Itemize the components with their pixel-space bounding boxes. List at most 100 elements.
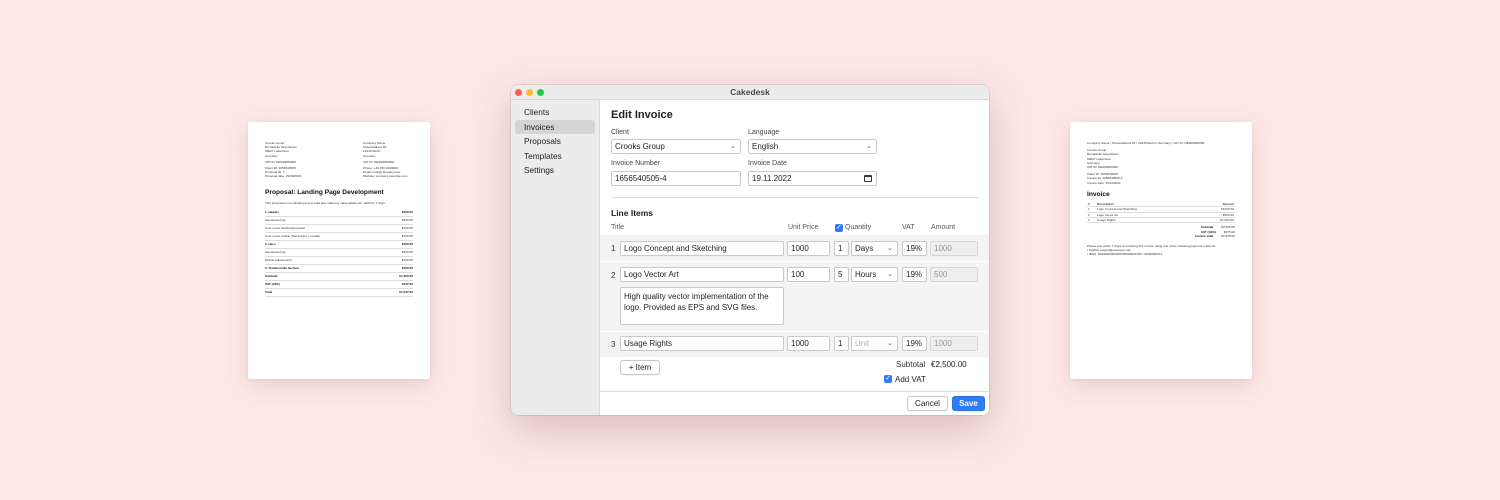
line-item-title-input[interactable]: Usage Rights <box>620 336 784 351</box>
proposal-line-label: 3. Testimonials Section <box>265 266 300 271</box>
line-item-quantity-input[interactable]: 1 <box>834 336 849 351</box>
invoice-doc-total-row: Invoice total €2,975.00 <box>1087 234 1235 238</box>
invoice-date-input[interactable]: 19.11.2022 <box>748 171 877 186</box>
language-select-value: English <box>752 142 779 151</box>
proposal-to-line: Germany <box>363 153 376 158</box>
proposal-line: Mobile adjustments €100.00 <box>265 257 413 265</box>
quantity-checkbox[interactable]: ✓ <box>835 224 843 232</box>
line-item-amount-field: 1000 <box>930 241 978 256</box>
proposal-line-value: €150.00 <box>401 234 413 239</box>
invoice-client-block: Crooks Group Bernadette Moonbeam 89027 L… <box>1087 148 1235 169</box>
line-item-row: 3 Usage Rights 1000 1 Unit ⌄ 19% 1000 <box>600 332 989 357</box>
line-item-unit-price-input[interactable]: 1000 <box>787 241 830 256</box>
col-title-header: Title <box>611 224 624 231</box>
invoice-date-value: 19.11.2022 <box>752 174 792 183</box>
calendar-icon[interactable] <box>864 175 872 182</box>
invoice-doc-total-value: €2,975.00 <box>1221 233 1235 238</box>
invoice-doc-cell: Usage Rights <box>1096 217 1197 224</box>
proposal-line-label: VAT (19%) <box>265 282 280 287</box>
proposal-line-label: User menu desktop/proposal <box>265 226 305 231</box>
line-item-unit-select[interactable]: Days ⌄ <box>851 241 898 256</box>
chevron-down-icon: ⌄ <box>887 340 893 347</box>
proposal-line-label: Gamestorming <box>265 250 286 255</box>
line-item-row: 2 Logo Vector Art 100 5 Hours ⌄ 19% 500 … <box>600 262 989 331</box>
chevron-down-icon: ⌄ <box>730 143 736 150</box>
sidebar-item-proposals[interactable]: Proposals <box>515 134 595 149</box>
invoice-number-input[interactable]: 1656540505-4 <box>611 171 741 186</box>
invoice-number-label: Invoice Number <box>611 160 661 167</box>
proposal-sender-block: Crooks Group Bernadette Moonbeam 89027 L… <box>265 141 315 179</box>
proposal-line: Total €1,547.00 <box>265 289 413 297</box>
line-item-title-input[interactable]: Logo Vector Art <box>620 267 784 282</box>
proposal-line-label: User menu mobile (hamburger + modal) <box>265 234 320 239</box>
proposal-line-value: €400.00 <box>401 242 413 247</box>
line-item-unit-price-input[interactable]: 1000 <box>787 336 830 351</box>
col-amount-header: Amount <box>931 224 956 231</box>
language-select[interactable]: English ⌄ <box>748 139 877 154</box>
proposal-line-value: €1,300.00 <box>399 274 413 279</box>
chevron-down-icon: ⌄ <box>887 245 893 252</box>
line-item-amount-field: 1000 <box>930 336 978 351</box>
line-item-row: 1 Logo Concept and Sketching 1000 1 Days… <box>600 235 989 261</box>
line-item-unit-placeholder: Unit <box>855 339 870 348</box>
proposal-line-value: €400.00 <box>401 266 413 271</box>
line-item-amount-field: 500 <box>930 267 978 282</box>
proposal-intro: This proposal is non-binding and is vali… <box>265 200 386 205</box>
line-item-unit-value: Days <box>855 244 874 253</box>
save-button[interactable]: Save <box>952 396 985 411</box>
page-title: Edit Invoice <box>611 109 673 121</box>
proposal-line-label: Mobile adjustments <box>265 258 292 263</box>
line-item-title-input[interactable]: Logo Concept and Sketching <box>620 241 784 256</box>
invoice-sender-line: Company Name / Streetaddress 81 / 12345 … <box>1087 141 1205 145</box>
form-divider <box>611 197 978 198</box>
line-item-vat-input[interactable]: 19% <box>902 267 927 282</box>
proposal-line: Gamestorming €300.00 <box>265 249 413 257</box>
window-title: Cakedesk <box>730 87 770 97</box>
proposal-line-list: 1. Header €500.00 Gamestorming €250.00 User … <box>265 209 413 297</box>
sidebar-item-invoices[interactable]: Invoices <box>515 119 595 135</box>
subtotal-label: Subtotal <box>896 360 926 369</box>
proposal-line-value: €500.00 <box>401 210 413 215</box>
invoice-doc-row: 3 Usage Rights €1,000.00 <box>1087 217 1235 224</box>
proposal-document-preview: Crooks Group Bernadette Moonbeam 89027 L… <box>248 122 430 379</box>
invoice-doc-title: Invoice <box>1087 190 1110 198</box>
line-item-quantity-input[interactable]: 5 <box>834 267 849 282</box>
line-item-unit-select[interactable]: Hours ⌄ <box>851 267 898 282</box>
client-select[interactable]: Crooks Group ⌄ <box>611 139 741 154</box>
proposal-contact: Website: company.example.com <box>363 174 408 179</box>
proposal-line-value: €250.00 <box>401 218 413 223</box>
line-item-description-input[interactable]: High quality vector implementation of th… <box>620 287 784 325</box>
chevron-down-icon: ⌄ <box>887 271 893 278</box>
line-item-quantity-input[interactable]: 1 <box>834 241 849 256</box>
add-item-button[interactable]: + Item <box>620 360 660 375</box>
sidebar-item-settings[interactable]: Settings <box>515 163 595 178</box>
line-item-vat-input[interactable]: 19% <box>902 241 927 256</box>
proposal-line-value: €247.00 <box>401 282 413 287</box>
sidebar-item-templates[interactable]: Templates <box>515 149 595 164</box>
proposal-line-value: €300.00 <box>401 250 413 255</box>
line-items-title: Line Items <box>611 208 654 218</box>
proposal-line-label: Total <box>265 290 273 295</box>
line-item-number: 2 <box>611 271 616 280</box>
proposal-to-vat: VAT ID: DE000000000 <box>363 159 394 164</box>
sidebar-item-clients[interactable]: Clients <box>515 105 595 120</box>
chevron-down-icon: ⌄ <box>866 143 872 150</box>
col-unit-price-header: Unit Price <box>788 224 819 231</box>
app-window: Cakedesk Clients Invoices Proposals Temp… <box>511 85 989 415</box>
line-item-unit-select[interactable]: Unit ⌄ <box>851 336 898 351</box>
invoice-doc-totals: Subtotal €2,500.00 VAT (19%) €475.00 Invoice… <box>1087 225 1235 238</box>
proposal-line: 2. Hero €400.00 <box>265 241 413 249</box>
line-item-number: 1 <box>611 244 616 253</box>
cancel-button[interactable]: Cancel <box>907 396 948 411</box>
proposal-line-label: 1. Header <box>265 210 279 215</box>
proposal-line: User menu desktop/proposal €100.00 <box>265 225 413 233</box>
line-item-number: 3 <box>611 340 616 349</box>
proposal-line-value: €100.00 <box>401 226 413 231</box>
invoice-date-label: Invoice Date <box>748 160 787 167</box>
proposal-title: Proposal: Landing Page Development <box>265 188 384 196</box>
line-item-vat-input[interactable]: 19% <box>902 336 927 351</box>
proposal-from-vat: VAT ID: DE000000000 <box>265 159 296 164</box>
title-bar: Cakedesk <box>511 85 989 100</box>
line-item-unit-price-input[interactable]: 100 <box>787 267 830 282</box>
add-vat-checkbox[interactable]: ✓ <box>884 375 892 383</box>
